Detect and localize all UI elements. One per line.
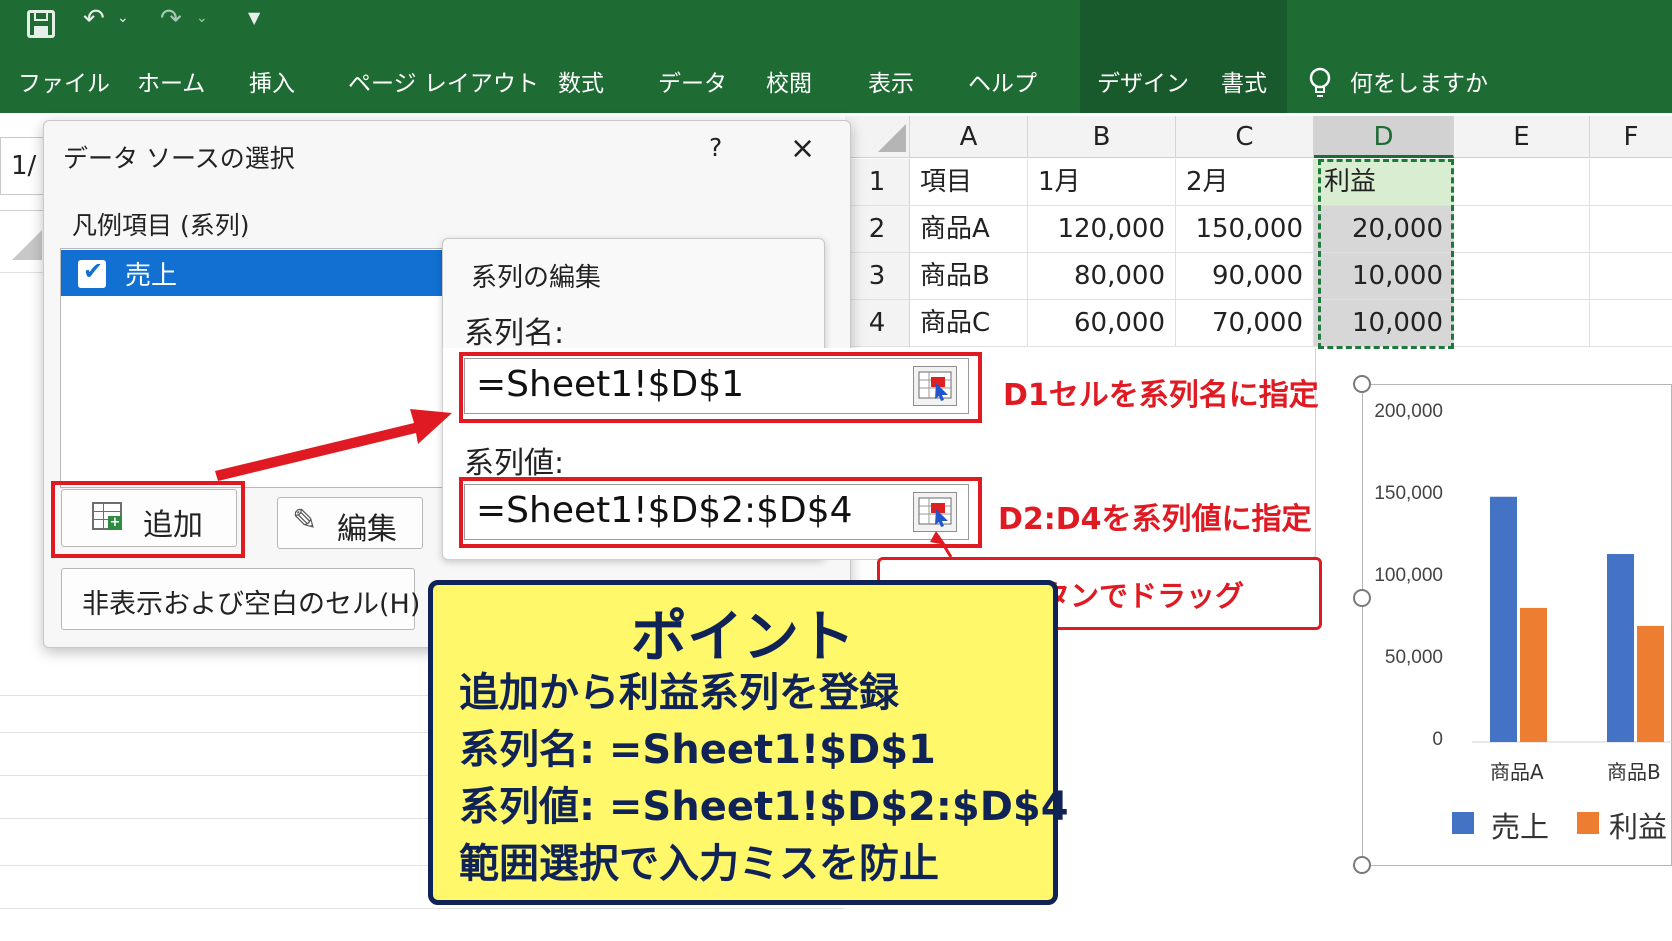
red-arrow	[215, 409, 452, 481]
point-line: 系列名: =Sheet1!$D$1	[459, 727, 936, 773]
point-line: 範囲選択で入力ミスを防止	[459, 841, 939, 887]
red-arrowhead	[930, 531, 946, 545]
point-line: 系列値: =Sheet1!$D$2:$D$4	[459, 784, 1069, 830]
point-line: 追加から利益系列を登録	[459, 670, 899, 716]
